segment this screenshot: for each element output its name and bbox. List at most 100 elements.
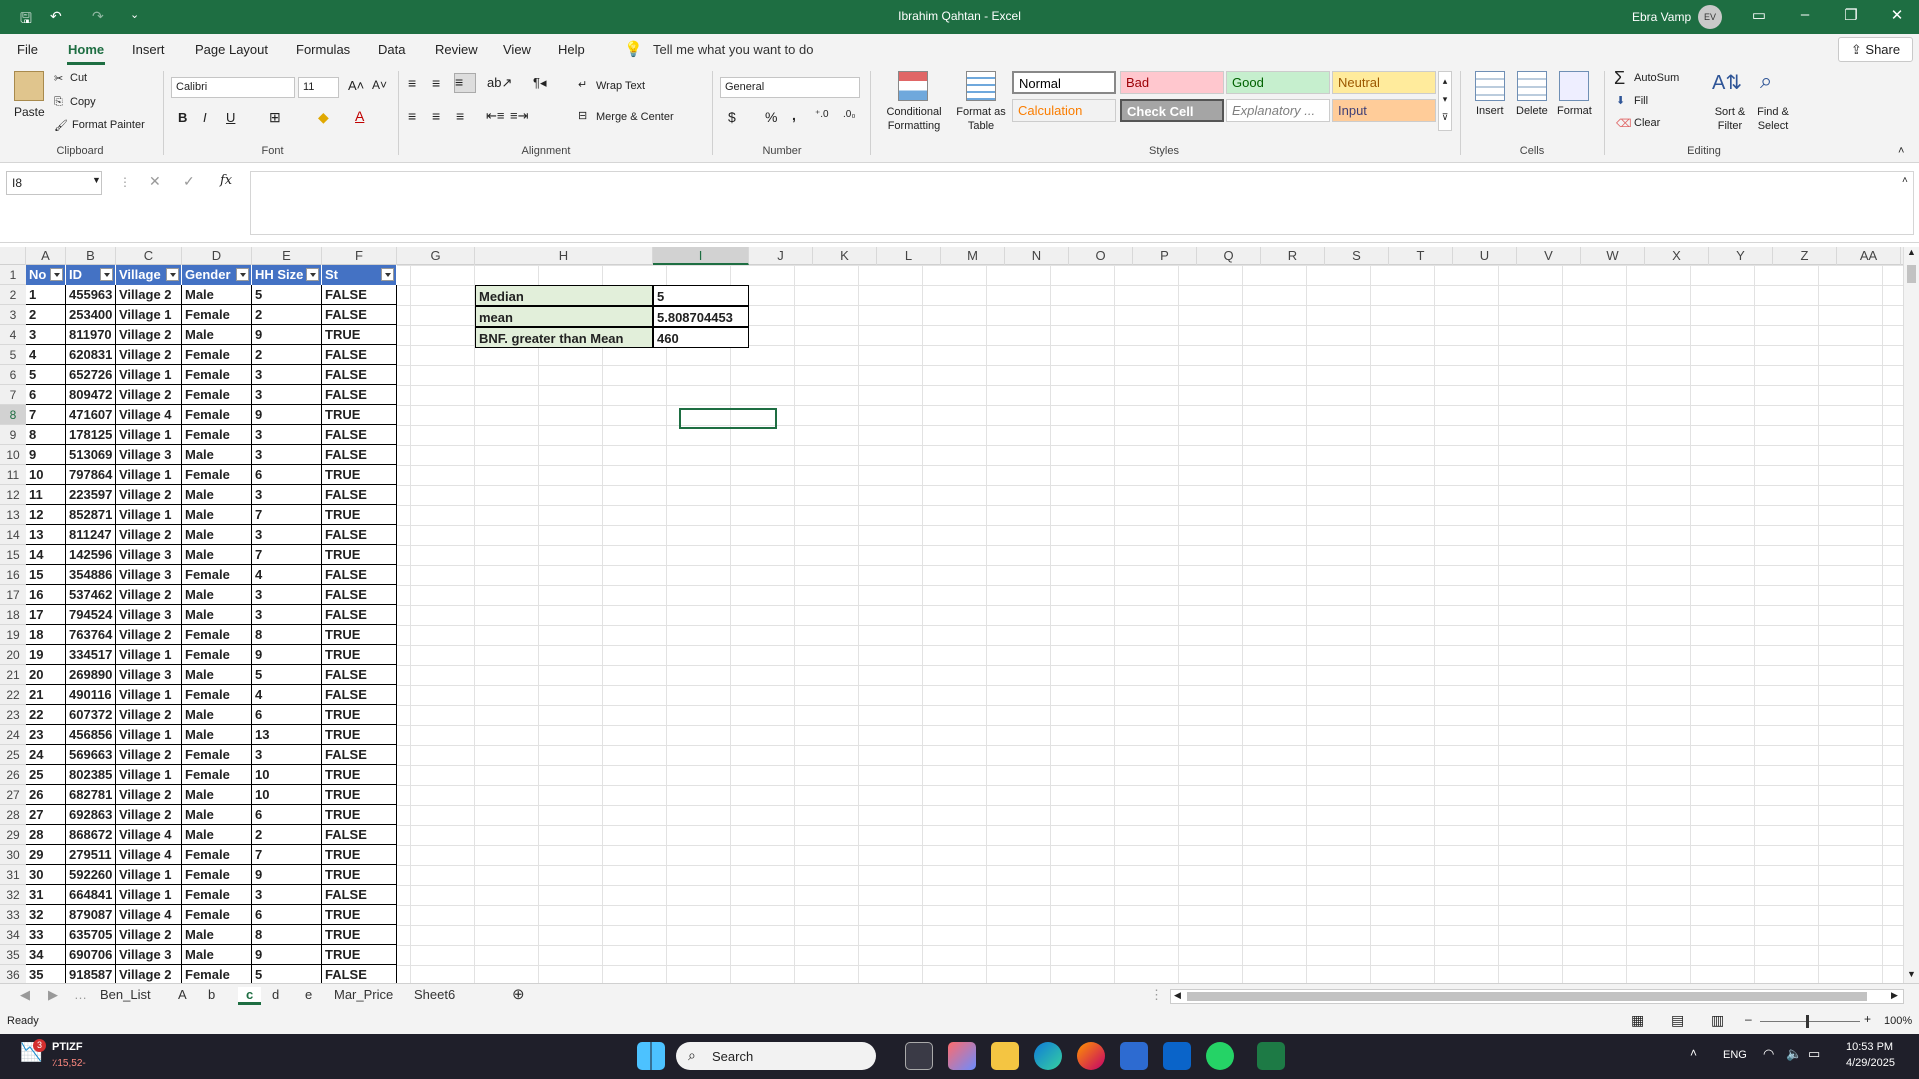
cell-style-bad[interactable]: Bad	[1120, 71, 1224, 94]
filter-dropdown-icon[interactable]	[381, 268, 394, 281]
sheet-tab-mar-price[interactable]: Mar_Price	[334, 987, 393, 1002]
sheet-tab-b[interactable]: b	[208, 987, 215, 1002]
formula-input[interactable]	[250, 171, 1914, 235]
column-header-r[interactable]: R	[1261, 247, 1325, 265]
eraser-icon[interactable]: ⌫	[1616, 117, 1632, 130]
format-painter-button[interactable]: Format Painter	[72, 119, 145, 131]
styles-scroll-icon[interactable]: ▴ ▾ ⊽	[1438, 71, 1452, 131]
task-view-icon[interactable]	[905, 1042, 933, 1070]
row-header-31[interactable]: 31	[0, 865, 26, 885]
cut-button[interactable]: Cut	[70, 72, 87, 84]
horizontal-scrollbar[interactable]: ◀ ▶	[1170, 989, 1904, 1004]
scroll-down-icon[interactable]: ▼	[1907, 969, 1916, 979]
row-header-2[interactable]: 2	[0, 285, 26, 305]
row-header-32[interactable]: 32	[0, 885, 26, 905]
increase-decimal-icon[interactable]: ⁺.0	[815, 109, 829, 120]
worksheet-grid[interactable]: No ID Village Gender HH Size St 1 455963 Village…	[26, 265, 1908, 983]
tab-page-layout[interactable]: Page Layout	[195, 42, 268, 57]
decrease-font-icon[interactable]: A˅	[372, 78, 387, 92]
find-icon[interactable]: ⌕	[1760, 68, 1772, 94]
column-header-e[interactable]: E	[252, 247, 322, 265]
scroll-left-icon[interactable]: ◀	[1174, 990, 1181, 1001]
fill-icon[interactable]: ⬇	[1616, 94, 1625, 107]
page-break-view-icon[interactable]: ▥	[1711, 1012, 1724, 1029]
sheet-ellipsis[interactable]: …	[74, 987, 87, 1002]
cell-style-explanatory[interactable]: Explanatory ...	[1226, 99, 1330, 122]
align-center-icon[interactable]: ≡	[432, 108, 440, 124]
battery-icon[interactable]: ▭	[1808, 1046, 1820, 1062]
tab-data[interactable]: Data	[378, 42, 405, 57]
file-explorer-icon[interactable]	[991, 1042, 1019, 1070]
row-header-16[interactable]: 16	[0, 565, 26, 585]
delete-button[interactable]: Delete	[1516, 105, 1548, 117]
currency-button[interactable]: $	[728, 109, 736, 125]
zoom-thumb[interactable]	[1806, 1015, 1809, 1028]
clear-button[interactable]: Clear	[1634, 117, 1660, 129]
font-size-select[interactable]: 11	[298, 77, 339, 98]
orientation-icon[interactable]: ab↗	[487, 75, 512, 91]
minimize-button[interactable]: –	[1785, 6, 1825, 23]
prev-sheet-icon[interactable]: ◀	[20, 987, 30, 1003]
tray-chevron-icon[interactable]: ˄	[1690, 1046, 1697, 1060]
column-header-aa[interactable]: AA	[1837, 247, 1901, 265]
conditional-formatting-icon[interactable]	[898, 71, 928, 101]
sort-filter-button[interactable]: Sort & Filter	[1710, 105, 1750, 133]
insert-button[interactable]: Insert	[1476, 105, 1504, 117]
column-header-y[interactable]: Y	[1709, 247, 1773, 265]
row-header-6[interactable]: 6	[0, 365, 26, 385]
tab-view[interactable]: View	[503, 42, 531, 57]
column-header-l[interactable]: L	[877, 247, 941, 265]
column-header-c[interactable]: C	[116, 247, 182, 265]
volume-icon[interactable]: 🔈	[1786, 1046, 1802, 1062]
bold-button[interactable]: B	[178, 110, 187, 125]
row-header-1[interactable]: 1	[0, 265, 26, 285]
paste-button[interactable]: Paste	[14, 105, 45, 119]
taskbar-search[interactable]: ⌕ Search	[676, 1042, 876, 1070]
scroll-right-icon[interactable]: ▶	[1891, 990, 1898, 1001]
row-header-10[interactable]: 10	[0, 445, 26, 465]
sheet-tab-d[interactable]: d	[272, 987, 279, 1002]
decrease-indent-icon[interactable]: ⇤≡	[486, 108, 504, 124]
user-name[interactable]: Ebra Vamp	[1632, 10, 1691, 24]
filter-dropdown-icon[interactable]	[100, 268, 113, 281]
filter-dropdown-icon[interactable]	[236, 268, 249, 281]
language-indicator[interactable]: ENG	[1723, 1049, 1747, 1061]
italic-button[interactable]: I	[203, 110, 207, 125]
merge-center-button[interactable]: Merge & Center	[596, 111, 674, 123]
conditional-formatting-button[interactable]: Conditional Formatting	[878, 105, 950, 133]
firefox-icon[interactable]	[1077, 1042, 1105, 1070]
format-painter-icon[interactable]: 🖌	[54, 119, 68, 132]
row-header-29[interactable]: 29	[0, 825, 26, 845]
fill-color-icon[interactable]: ◆	[318, 109, 329, 126]
column-header-x[interactable]: X	[1645, 247, 1709, 265]
column-header-i[interactable]: I	[653, 247, 749, 265]
name-box[interactable]: I8	[6, 171, 102, 195]
clock-date[interactable]: 4/29/2025	[1846, 1057, 1895, 1069]
wrap-text-icon[interactable]: ↵	[578, 78, 587, 91]
store-icon[interactable]	[1120, 1042, 1148, 1070]
column-header-n[interactable]: N	[1005, 247, 1069, 265]
row-header-15[interactable]: 15	[0, 545, 26, 565]
align-middle-icon[interactable]: ≡	[432, 75, 440, 91]
row-header-9[interactable]: 9	[0, 425, 26, 445]
column-header-v[interactable]: V	[1517, 247, 1581, 265]
clock-time[interactable]: 10:53 PM	[1846, 1041, 1893, 1053]
column-header-b[interactable]: B	[66, 247, 116, 265]
cancel-icon[interactable]: ✕	[149, 173, 161, 190]
row-header-34[interactable]: 34	[0, 925, 26, 945]
column-header-q[interactable]: Q	[1197, 247, 1261, 265]
tab-file[interactable]: File	[17, 42, 38, 57]
row-header-36[interactable]: 36	[0, 965, 26, 983]
normal-view-icon[interactable]: ▦	[1631, 1012, 1644, 1029]
row-header-11[interactable]: 11	[0, 465, 26, 485]
zoom-level[interactable]: 100%	[1884, 1015, 1912, 1027]
underline-button[interactable]: U	[226, 110, 235, 125]
column-header-f[interactable]: F	[322, 247, 397, 265]
format-cells-icon[interactable]	[1559, 71, 1589, 101]
tab-insert[interactable]: Insert	[132, 42, 165, 57]
filter-dropdown-icon[interactable]	[306, 268, 319, 281]
row-header-18[interactable]: 18	[0, 605, 26, 625]
autosum-icon[interactable]: Σ	[1614, 68, 1625, 89]
wifi-icon[interactable]: ◠	[1763, 1046, 1774, 1062]
increase-indent-icon[interactable]: ≡⇥	[510, 108, 528, 124]
